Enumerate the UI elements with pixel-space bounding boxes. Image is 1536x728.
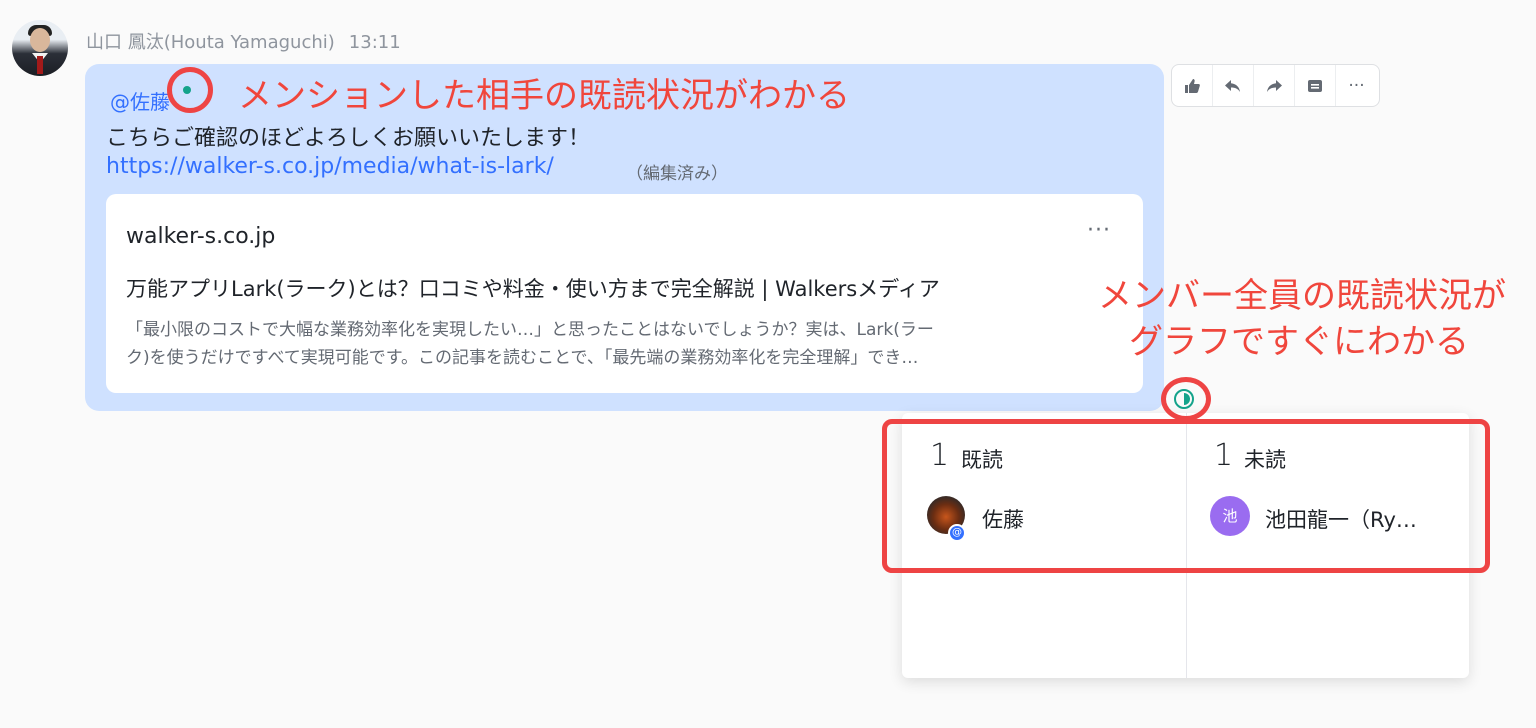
reply-icon[interactable] (1213, 65, 1254, 106)
message-text: こちらご確認のほどよろしくお願いいたします！ (106, 126, 591, 151)
card-desc-line: 「最小限のコストで大幅な業務効率化を実現したい…」と思ったことはないでしょうか？… (126, 320, 934, 340)
card-domain: walker-s.co.jp (126, 224, 276, 249)
annotation-text: メンバー全員の既読状況が (1098, 276, 1506, 316)
annotation-text: メンションした相手の既読状況がわかる (238, 76, 850, 116)
card-more-icon[interactable]: ··· (1087, 218, 1111, 243)
message-toolbar: ··· (1171, 64, 1380, 107)
card-description: 「最小限のコストで大幅な業務効率化を実現したい…」と思ったことはないでしょうか？… (126, 316, 1116, 372)
annotation-circle (167, 67, 213, 113)
annotation-circle (1161, 377, 1211, 421)
card-title[interactable]: 万能アプリLark(ラーク)とは？口コミや料金・使い方まで完全解説 | Walk… (126, 273, 940, 303)
more-icon[interactable]: ··· (1336, 65, 1377, 106)
thumbs-up-icon[interactable] (1172, 65, 1213, 106)
mention-tag[interactable]: @佐藤 (110, 86, 170, 115)
forward-icon[interactable] (1254, 65, 1295, 106)
message-time: 13:11 (348, 32, 401, 53)
card-desc-line: ク)を使うだけですべて実現可能です。この記事を読むことで、「最先端の業務効率化を… (126, 348, 919, 368)
edited-label: （編集済み） (626, 164, 728, 184)
sender-avatar[interactable] (12, 20, 68, 76)
message-link[interactable]: https://walker-s.co.jp/media/what-is-lar… (106, 154, 554, 179)
sender-name[interactable]: 山口 鳳汰(Houta Yamaguchi) (86, 32, 335, 53)
pin-icon[interactable] (1295, 65, 1336, 106)
annotation-text: グラフですぐにわかる (1129, 322, 1469, 362)
annotation-box (882, 419, 1490, 573)
sender-header: 山口 鳳汰(Houta Yamaguchi) 13:11 (86, 28, 401, 54)
